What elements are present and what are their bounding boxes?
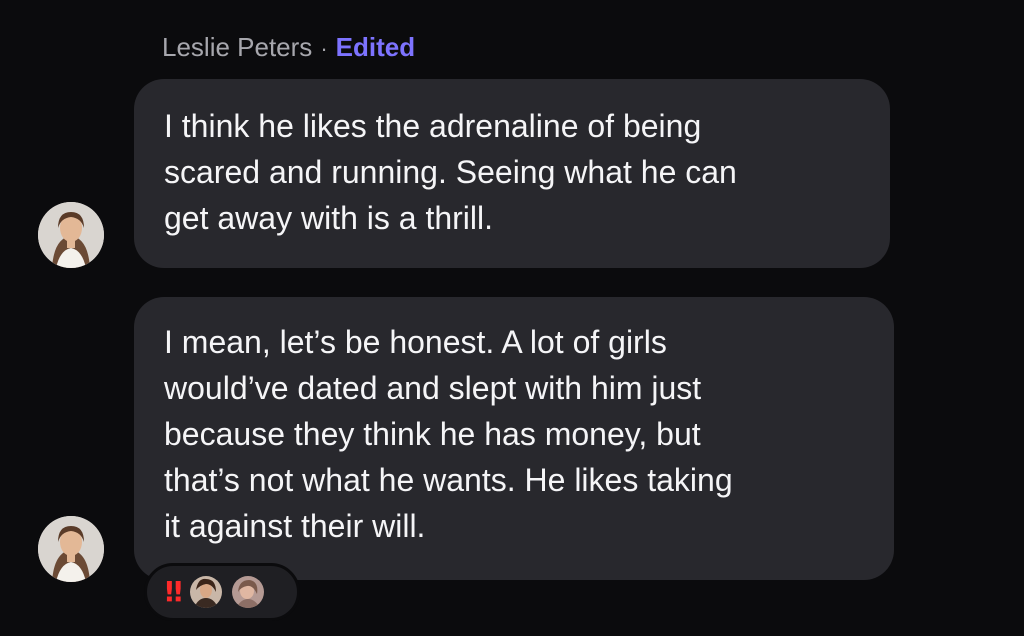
edited-label[interactable]: Edited [336,32,415,62]
reactor-avatar-icon [231,576,264,608]
double-exclamation-icon: ‼ [165,575,182,608]
message-bubble[interactable]: I mean, let’s be honest. A lot of girls … [134,297,894,580]
sender-name[interactable]: Leslie Peters [162,32,312,62]
reaction-bar[interactable]: ‼ [144,563,300,621]
message-bubble[interactable]: I think he likes the adrenaline of being… [134,79,890,268]
avatar[interactable] [38,202,104,268]
separator-dot: · [320,36,328,61]
message-text: I think he likes the adrenaline of being… [164,108,737,236]
message-text: I mean, let’s be honest. A lot of girls … [164,324,733,544]
avatar[interactable] [38,516,104,582]
message-thread: Leslie Peters · Edited I think he likes th… [0,0,1024,636]
profile-photo-avatar-icon [38,516,104,582]
reactor-avatar-icon [189,576,222,608]
profile-photo-avatar-icon [38,202,104,268]
sender-header: Leslie Peters · Edited [162,30,415,66]
